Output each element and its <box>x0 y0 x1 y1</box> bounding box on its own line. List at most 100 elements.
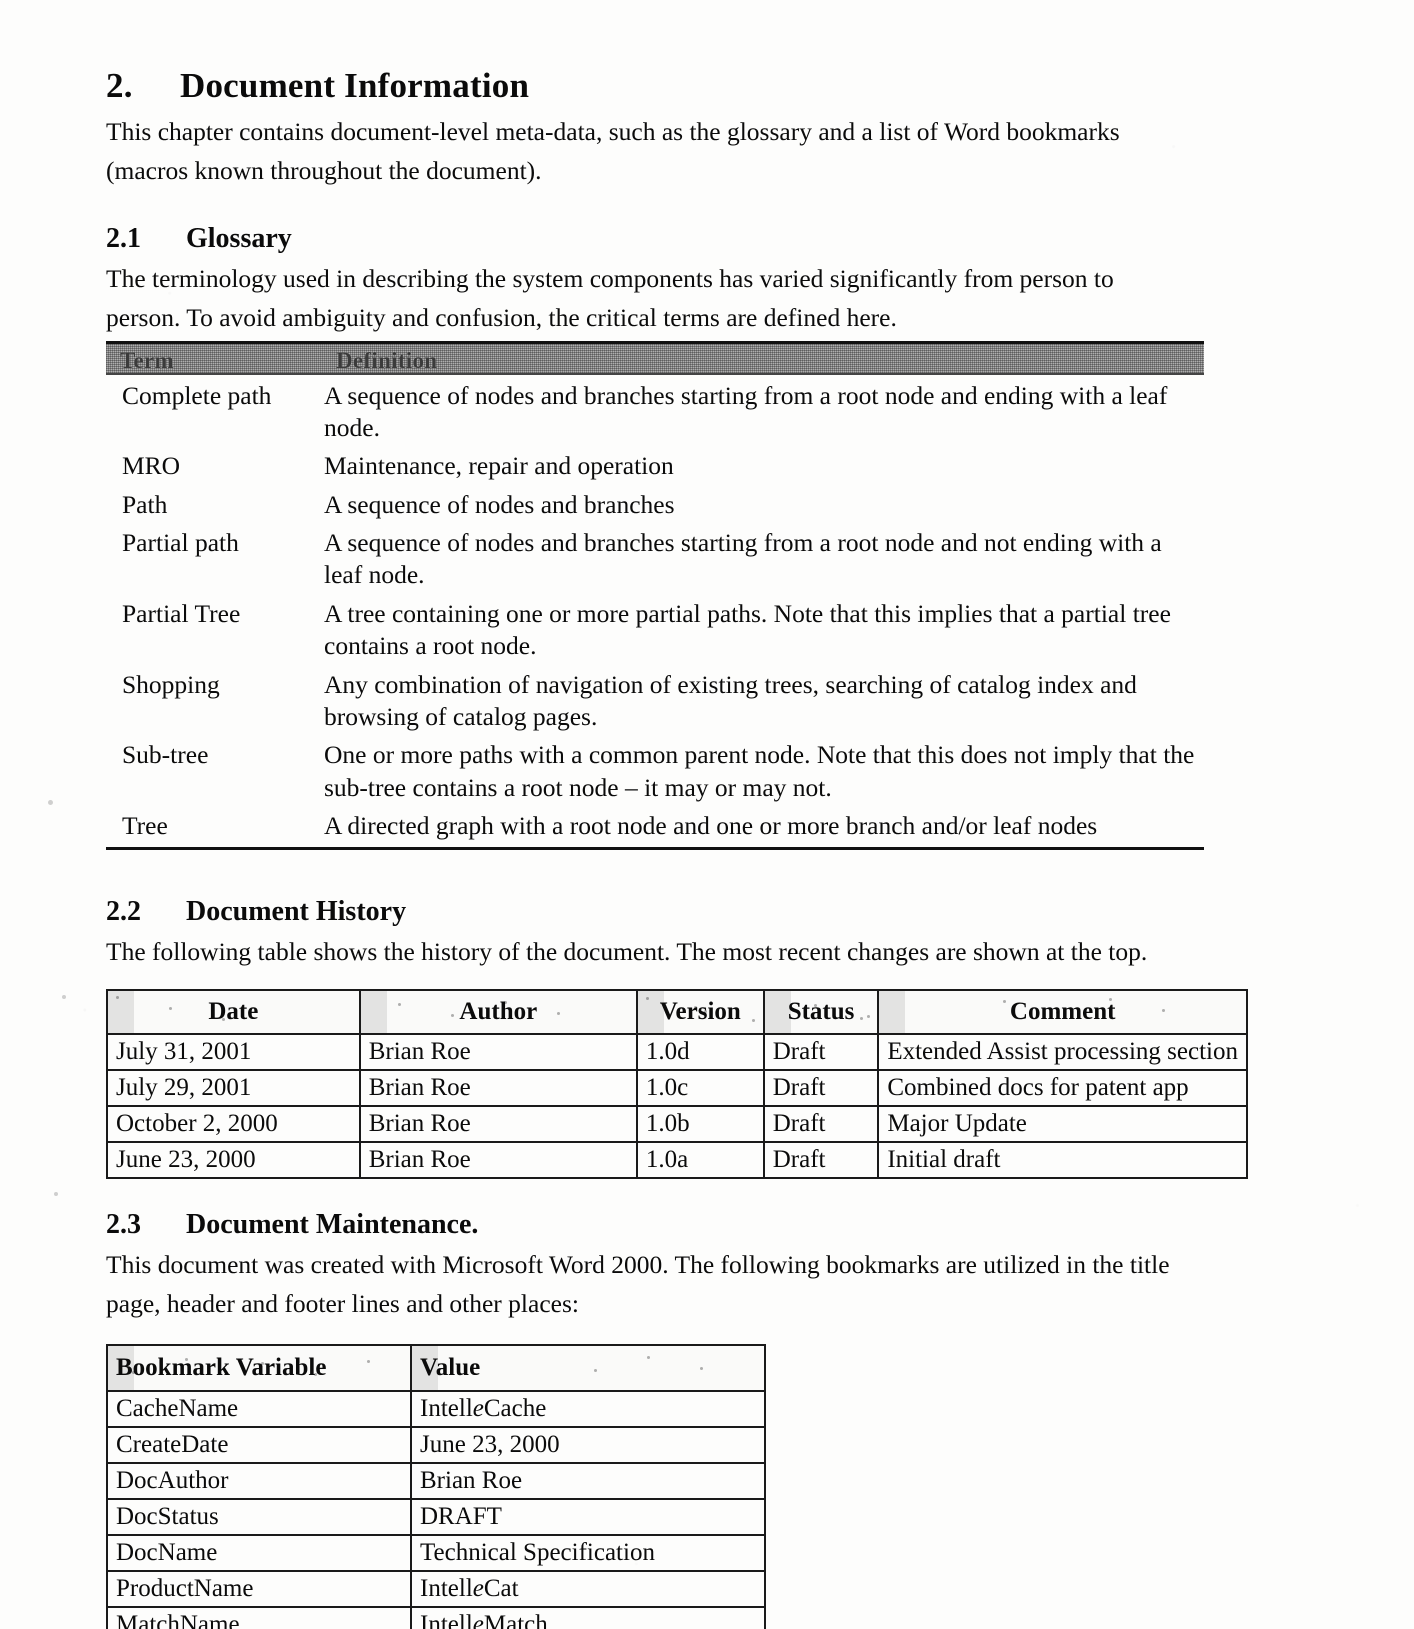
bookmark-value-prefix: June 23, 2000 <box>420 1431 560 1459</box>
table-row: October 2, 2000 Brian Roe 1.0b Draft Major U… <box>106 1105 1248 1143</box>
bookmark-value-prefix: Technical Specification <box>420 1539 655 1567</box>
scan-speck <box>693 1006 697 1009</box>
glossary-row: Path A sequence of nodes and branches <box>106 486 1204 524</box>
history-cell-author: Brian Roe <box>358 1105 638 1143</box>
glossary-row: Sub-tree One or more paths with a common … <box>106 736 1204 807</box>
scan-speck <box>1109 998 1113 1001</box>
table-row: ProductName IntelleCat <box>106 1570 766 1609</box>
chapter-heading: 2. Document Information <box>106 66 1236 106</box>
bookmark-value: Brian Roe <box>410 1462 766 1501</box>
bookmark-variable-name: ProductName <box>106 1570 412 1609</box>
glossary-intro-line-2: person. To avoid ambiguity and confusion… <box>106 302 897 332</box>
bookmark-value-prefix: Intell <box>420 1575 473 1603</box>
table-row: CacheName IntelleCache <box>106 1390 766 1429</box>
scan-speck <box>116 996 119 999</box>
history-heading: 2.2 Document History <box>106 896 1236 928</box>
bookmark-table-header: Bookmark Variable Value <box>106 1344 766 1393</box>
table-row: DocAuthor Brian Roe <box>106 1462 766 1501</box>
bookmark-header-row: Bookmark Variable Value <box>106 1344 766 1393</box>
glossary-row: Partial Tree A tree containing one or mor… <box>106 595 1204 666</box>
table-row: June 23, 2000 Brian Roe 1.0a Draft Initial d… <box>106 1141 1248 1179</box>
glossary-row: MRO Maintenance, repair and operation <box>106 447 1204 485</box>
bookmark-value: IntelleCache <box>410 1390 766 1429</box>
chapter-intro-line-1: This chapter contains document-level met… <box>106 117 1120 146</box>
history-cell-comment: Combined docs for patent app <box>877 1069 1248 1107</box>
scan-speck <box>48 800 53 805</box>
table-row: July 31, 2001 Brian Roe 1.0d Draft Extended … <box>106 1033 1248 1071</box>
scanned-document-page: 2. Document Information This chapter con… <box>0 0 1414 1629</box>
bookmark-variable-table: Bookmark Variable Value CacheName Intelle… <box>106 1344 766 1629</box>
history-section-number: 2.2 <box>106 896 141 928</box>
history-header-version: Version <box>635 989 765 1035</box>
scan-speck <box>314 1373 317 1377</box>
bookmark-value: Technical Specification <box>410 1534 766 1573</box>
history-cell-author: Brian Roe <box>358 1141 638 1179</box>
scan-speck <box>866 1015 870 1018</box>
history-header-date: Date <box>106 989 361 1035</box>
scan-speck <box>751 1019 755 1022</box>
glossary-header-band: Term Definition <box>106 340 1204 375</box>
history-header-row: Date Author Version Status Comment <box>106 989 1248 1035</box>
chapter-intro-line-2: (macros known throughout the document). <box>106 155 542 185</box>
history-intro: The following table shows the history of… <box>106 937 1148 967</box>
bookmark-variable-name: DocName <box>106 1534 412 1573</box>
history-cell-date: July 31, 2001 <box>106 1033 361 1071</box>
bookmark-value: DRAFT <box>410 1498 766 1537</box>
chapter-number: 2. <box>106 66 133 105</box>
bookmark-value-prefix: Intell <box>420 1611 473 1629</box>
scan-speck <box>62 995 66 999</box>
glossary-term: Complete path <box>122 380 272 410</box>
history-header-author: Author <box>358 989 638 1035</box>
scan-speck <box>1003 1000 1007 1003</box>
glossary-term: MRO <box>122 451 181 481</box>
history-cell-version: 1.0d <box>635 1033 765 1071</box>
glossary-row: Shopping Any combination of navigation of… <box>106 666 1204 737</box>
chapter-title: Document Information <box>180 66 530 105</box>
glossary-term: Partial path <box>122 528 239 557</box>
glossary-definition: Maintenance, repair and operation <box>324 451 674 481</box>
glossary-heading: 2.1 Glossary <box>106 223 1236 255</box>
history-cell-author: Brian Roe <box>358 1069 638 1107</box>
history-cell-version: 1.0c <box>635 1069 765 1107</box>
history-cell-date: October 2, 2000 <box>106 1105 361 1143</box>
scan-speck <box>503 1001 507 1004</box>
scan-speck <box>859 1017 863 1020</box>
table-row: DocName Technical Specification <box>106 1534 766 1573</box>
history-cell-comment: Extended Assist processing section <box>877 1033 1248 1071</box>
glossary-table: Complete path A sequence of nodes and bra… <box>106 377 1204 846</box>
glossary-definition: A directed graph with a root node and on… <box>324 811 1098 840</box>
scan-speck <box>367 1360 370 1364</box>
bookmark-value-suffix: Cache <box>483 1395 547 1423</box>
scan-speck <box>169 1007 172 1010</box>
history-cell-version: 1.0b <box>635 1105 765 1143</box>
bookmark-variable-name: CreateDate <box>106 1426 412 1465</box>
bookmark-value-suffix: Match <box>483 1611 548 1629</box>
glossary-definition: A sequence of nodes and branches startin… <box>324 380 1168 442</box>
maintenance-section-number: 2.3 <box>106 1209 141 1240</box>
history-cell-status: Draft <box>762 1033 880 1071</box>
glossary-term: Sub-tree <box>122 740 209 770</box>
bookmark-value: IntelleCat <box>410 1570 766 1609</box>
bookmark-value-italic: e <box>472 1575 484 1603</box>
bookmark-value: June 23, 2000 <box>410 1426 766 1465</box>
maintenance-intro-line-2: page, header and footer lines and other … <box>106 1288 579 1318</box>
history-section-title: Document History <box>186 896 407 928</box>
history-cell-status: Draft <box>762 1105 880 1143</box>
history-cell-comment: Major Update <box>877 1105 1248 1143</box>
document-content: 2. Document Information This chapter con… <box>106 66 1248 1629</box>
bookmark-variable-name: DocAuthor <box>106 1462 412 1501</box>
history-header-comment: Comment <box>877 989 1248 1035</box>
scan-speck <box>594 1369 597 1373</box>
glossary-header-term: Term <box>120 347 175 373</box>
maintenance-heading: 2.3 Document Maintenance. <box>106 1209 1236 1241</box>
bookmark-variable-name: CacheName <box>106 1390 412 1429</box>
glossary-row: Tree A directed graph with a root node an… <box>106 807 1204 845</box>
table-row: MatchName IntelleMatch <box>106 1606 766 1629</box>
scan-speck <box>700 1367 703 1371</box>
glossary-definition: A sequence of nodes and branches startin… <box>324 528 1162 590</box>
glossary-definition: A sequence of nodes and branches <box>324 489 675 519</box>
history-cell-date: June 23, 2000 <box>106 1141 361 1179</box>
history-cell-version: 1.0a <box>635 1141 765 1179</box>
